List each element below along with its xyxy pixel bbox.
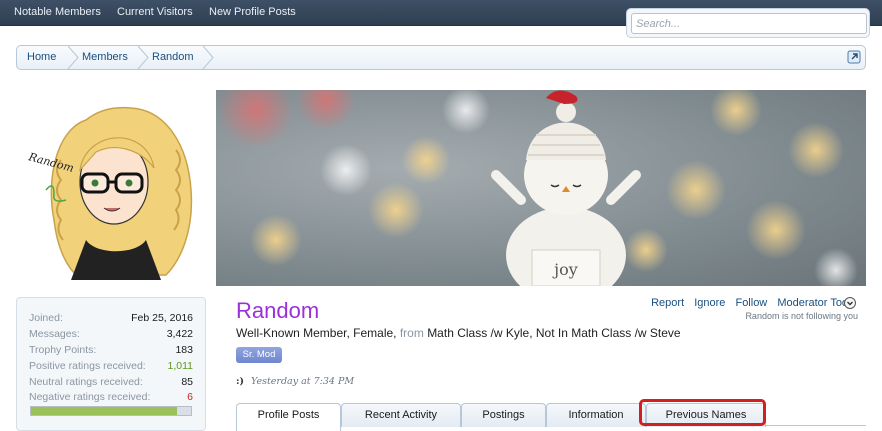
stat-messages: Messages: 3,422 — [29, 328, 193, 340]
ignore-link[interactable]: Ignore — [694, 297, 725, 309]
stat-positive-ratings: Positive ratings received: 1,011 — [29, 360, 193, 372]
user-banner-badge: Sr. Mod — [236, 347, 282, 363]
tab-profile-posts[interactable]: Profile Posts — [236, 403, 341, 431]
last-seen-time: Yesterday at 7:34 PM — [251, 376, 355, 387]
search-input[interactable] — [631, 13, 867, 34]
breadcrumb-separator-icon — [202, 46, 214, 69]
breadcrumb-separator-icon — [67, 46, 79, 69]
report-link[interactable]: Report — [651, 297, 684, 309]
breadcrumb: Home Members Random — [16, 45, 866, 70]
profile-banner: joy — [216, 90, 866, 286]
tab-postings[interactable]: Postings — [461, 403, 546, 427]
nav-notable-members[interactable]: Notable Members — [14, 6, 101, 18]
stat-negative-ratings: Negative ratings received: 6 — [29, 391, 193, 403]
last-seen: :) Yesterday at 7:34 PM — [236, 376, 354, 387]
search-box — [626, 8, 870, 38]
rating-bar-fill — [31, 407, 177, 415]
profile-name: Random — [236, 298, 320, 323]
member-stats-panel: Joined: Feb 25, 2016 Messages: 3,422 Tro… — [16, 297, 206, 431]
follow-link[interactable]: Follow — [735, 297, 767, 309]
stat-trophy-points: Trophy Points: 183 — [29, 344, 193, 356]
jump-to-top-icon[interactable] — [847, 50, 861, 64]
stat-neutral-ratings: Neutral ratings received: 85 — [29, 376, 193, 388]
user-location[interactable]: Math Class /w Kyle, Not In Math Class /w… — [427, 326, 680, 340]
chevron-down-icon[interactable] — [844, 297, 856, 309]
tab-information[interactable]: Information — [546, 403, 646, 427]
avatar[interactable]: Random — [16, 90, 206, 286]
breadcrumb-separator-icon — [137, 46, 149, 69]
follow-status: Random is not following you — [745, 311, 858, 321]
breadcrumb-members[interactable]: Members — [82, 46, 128, 69]
rating-bar — [30, 406, 192, 416]
profile-actions: Report Ignore Follow Moderator Tools — [644, 297, 856, 309]
breadcrumb-random[interactable]: Random — [152, 46, 194, 69]
user-title-from: from — [399, 326, 424, 340]
previous-names-highlight — [639, 399, 766, 426]
banner-sign-text: joy — [552, 260, 578, 279]
tab-recent-activity[interactable]: Recent Activity — [341, 403, 461, 427]
nav-new-profile-posts[interactable]: New Profile Posts — [209, 6, 296, 18]
user-title-prefix: Well-Known Member, Female, — [236, 326, 397, 340]
user-title: Well-Known Member, Female, from Math Cla… — [236, 326, 681, 340]
nav-current-visitors[interactable]: Current Visitors — [117, 6, 193, 18]
breadcrumb-home[interactable]: Home — [27, 46, 56, 69]
stat-joined: Joined: Feb 25, 2016 — [29, 312, 193, 324]
status-smile: :) — [236, 376, 245, 387]
